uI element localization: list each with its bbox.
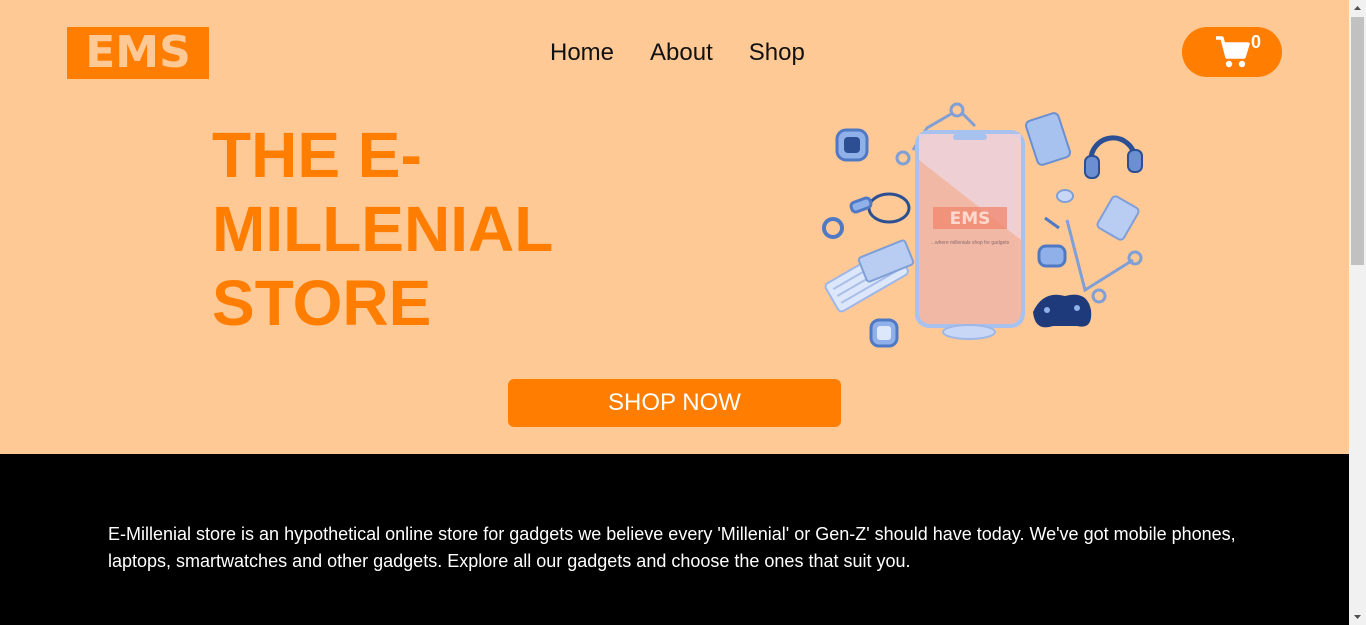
shop-now-button[interactable]: SHOP NOW [508,379,841,427]
hero-title: THE E- MILLENIAL STORE [212,118,632,340]
about-text: E-Millenial store is an hypothetical onl… [108,524,1236,571]
phone-screen-tagline: ...where millenials shop for gadgets [931,240,1010,246]
mouse-image [942,324,996,340]
scrollbar-thumb[interactable] [1351,17,1364,265]
hero-title-line-3: STORE [212,267,432,339]
nav-home-link[interactable]: Home [550,38,614,68]
phone-screen-logo: EMS [950,209,991,229]
smartwatch-image [835,128,869,162]
earbud-image [1056,189,1074,203]
hero-section: EMS Home About Shop 0 THE E- MILLENIAL S… [0,0,1349,454]
scooter-image [1065,219,1143,304]
cart-icon [1216,36,1250,68]
mini-band-image [1037,216,1067,268]
nav-about-link[interactable]: About [650,38,713,68]
main-nav: Home About Shop [550,38,805,68]
vertical-scrollbar[interactable] [1349,0,1366,625]
watch-image [869,318,899,348]
case-image [1096,195,1140,241]
cart-count-badge: 0 [1251,32,1262,52]
cart-button[interactable]: 0 [1182,27,1282,77]
headphones-image [1084,135,1143,179]
brand-logo[interactable]: EMS [67,27,209,79]
hero-title-line-1: THE E- [212,119,422,191]
scroll-up-arrow-icon[interactable] [1349,0,1366,17]
tablet-image [1025,112,1071,166]
phone-image: EMS ...where millenials shop for gadgets [915,130,1025,328]
scroll-down-arrow-icon[interactable] [1349,608,1366,625]
gamepad-image [1033,294,1092,328]
about-section: E-Millenial store is an hypothetical onl… [0,454,1349,625]
fitness-band-image [849,192,911,224]
page: EMS Home About Shop 0 THE E- MILLENIAL S… [0,0,1349,625]
hero-title-line-2: MILLENIAL [212,193,554,265]
gadgets-illustration: EMS ...where millenials shop for gadgets [822,102,1143,348]
nav-shop-link[interactable]: Shop [749,38,805,68]
smart-ring-image [822,217,844,239]
